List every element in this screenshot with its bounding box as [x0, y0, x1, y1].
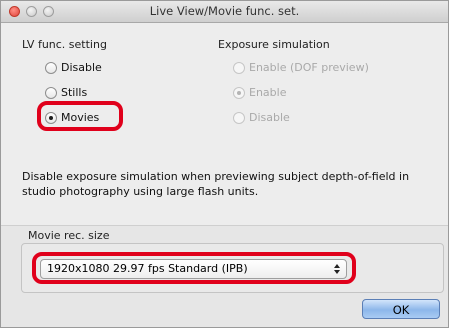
- radio-button[interactable]: [45, 61, 57, 74]
- rec-size-highlight-box: [32, 252, 356, 284]
- lv-func-heading: LV func. setting: [22, 38, 107, 51]
- window-title: Live View/Movie func. set.: [149, 4, 300, 18]
- title-bar: Live View/Movie func. set.: [1, 1, 448, 23]
- radio-button[interactable]: [45, 86, 57, 99]
- ok-button[interactable]: OK: [362, 299, 440, 319]
- radio-button-selected: [233, 86, 245, 99]
- exp-radio-enable: Enable: [233, 86, 286, 99]
- exposure-sim-heading: Exposure simulation: [218, 38, 330, 51]
- movie-rec-size-label: Movie rec. size: [28, 229, 110, 242]
- lv-radio-stills[interactable]: Stills: [45, 86, 87, 99]
- lv-radio-stills-label: Stills: [61, 86, 88, 99]
- exp-radio-enable-dof: Enable (DOF preview): [233, 61, 369, 74]
- lv-radio-disable[interactable]: Disable: [45, 61, 102, 74]
- radio-button: [233, 61, 245, 74]
- exp-radio-enable-label: Enable: [249, 86, 287, 99]
- dialog-window: Live View/Movie func. set. LV func. sett…: [0, 0, 449, 328]
- description-text: Disable exposure simulation when preview…: [22, 170, 410, 198]
- exp-radio-enable-dof-label: Enable (DOF preview): [249, 61, 369, 74]
- lv-radio-disable-label: Disable: [61, 61, 102, 74]
- movies-highlight-box: [37, 101, 123, 131]
- radio-button: [233, 111, 245, 124]
- exp-radio-disable: Disable: [233, 111, 290, 124]
- exp-radio-disable-label: Disable: [249, 111, 290, 124]
